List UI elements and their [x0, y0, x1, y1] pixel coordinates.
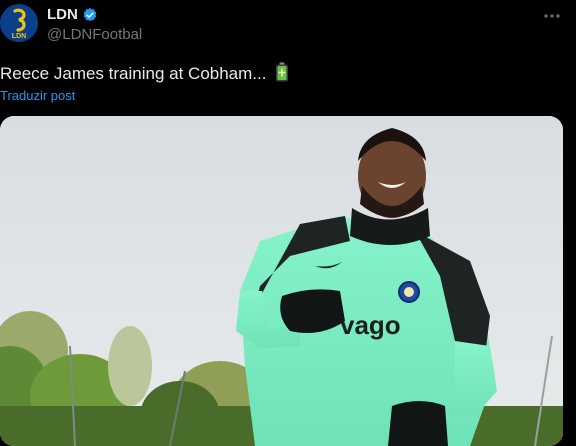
translate-post-link[interactable]: Traduzir post — [0, 88, 75, 103]
post-image[interactable]: vago — [0, 116, 563, 446]
shirt-sponsor-text: vago — [340, 310, 401, 340]
avatar-text: LDN — [12, 33, 26, 40]
post-text-body: Reece James training at Cobham... — [0, 64, 272, 83]
avatar[interactable]: LDN — [0, 4, 38, 42]
handle[interactable]: @LDNFootbal — [47, 26, 142, 43]
training-photo: vago — [0, 116, 563, 446]
post-text: Reece James training at Cobham... — [0, 62, 289, 84]
display-name-text[interactable]: LDN — [47, 6, 78, 23]
display-name[interactable]: LDN — [47, 6, 98, 23]
verified-badge-icon — [83, 7, 97, 21]
more-options-icon[interactable] — [542, 6, 562, 26]
battery-icon — [276, 62, 289, 82]
ldn-logo-icon: LDN — [0, 4, 38, 42]
